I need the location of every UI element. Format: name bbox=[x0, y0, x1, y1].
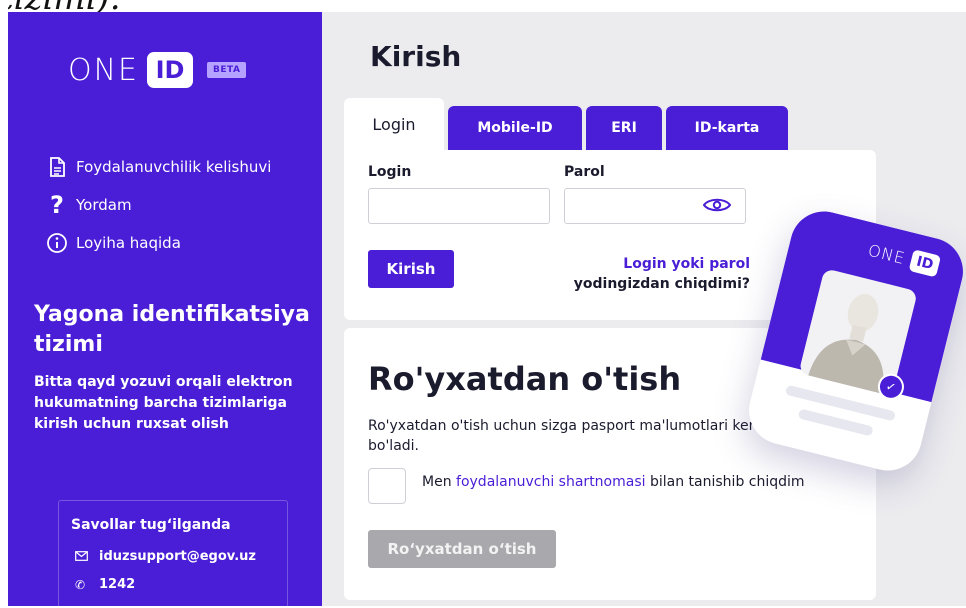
user-agreement-link[interactable]: foydalanuvchi shartnomasi bbox=[456, 474, 646, 490]
page-title: Kirish bbox=[370, 40, 462, 73]
support-email[interactable]: iduzsupport@egov.uz bbox=[75, 549, 256, 564]
question-icon: ? bbox=[50, 191, 64, 219]
sidebar-item-label: Loyiha haqida bbox=[76, 234, 181, 252]
forgot-line-1: Login yoki parol bbox=[623, 256, 750, 272]
info-icon bbox=[46, 232, 68, 254]
tab-eri[interactable]: ERI bbox=[586, 106, 662, 150]
phone-icon: ✆ bbox=[75, 577, 86, 592]
sidebar-description: Bitta qayd yozuvi orqali elektron hukuma… bbox=[34, 374, 293, 432]
agree-prefix: Men bbox=[422, 474, 452, 490]
tab-id-karta[interactable]: ID-karta bbox=[666, 106, 788, 150]
support-title: Savollar tug‘ilganda bbox=[71, 517, 231, 533]
login-submit-button[interactable]: Kirish bbox=[368, 250, 454, 288]
left-edge bbox=[0, 0, 8, 606]
support-phone[interactable]: ✆ 1242 bbox=[75, 577, 135, 592]
registration-title: Ro'yxatdan o'tish bbox=[368, 360, 682, 398]
agreement-text: Men foydalanuvchi shartnomasi bilan tani… bbox=[422, 474, 805, 490]
registration-description: Ro'yxatdan o'tish uchun sizga pasport ma… bbox=[368, 418, 772, 454]
agreement-checkbox[interactable] bbox=[368, 468, 406, 504]
document-icon bbox=[46, 156, 68, 178]
logo-id-badge: ID bbox=[147, 52, 194, 88]
tab-mobile-id[interactable]: Mobile-ID bbox=[448, 106, 582, 150]
support-box: Savollar tug‘ilganda iduzsupport@egov.uz… bbox=[58, 500, 288, 608]
support-email-text: iduzsupport@egov.uz bbox=[99, 549, 256, 564]
forgot-line-2: yodingizdan chiqdimi? bbox=[573, 276, 750, 292]
login-tabs: Login Mobile-ID ERI ID-karta bbox=[344, 98, 792, 150]
oneid-logo[interactable]: ONE ID BETA bbox=[68, 50, 247, 90]
sidebar-item-help[interactable]: ? Yordam bbox=[46, 186, 271, 224]
tab-login[interactable]: Login bbox=[344, 98, 444, 150]
register-button[interactable]: Ro‘yxatdan o‘tish bbox=[368, 530, 556, 568]
mail-icon bbox=[75, 550, 91, 564]
sidebar-item-label: Yordam bbox=[76, 196, 132, 214]
sidebar: ONE ID BETA Foydalanuvchilik kelishuvi ?… bbox=[8, 12, 322, 608]
beta-badge: BETA bbox=[207, 62, 247, 78]
logo-one-text: ONE bbox=[68, 52, 140, 88]
sidebar-item-about[interactable]: Loyiha haqida bbox=[46, 224, 271, 262]
top-cropped-text: tizimi). bbox=[0, 0, 966, 12]
forgot-password-link[interactable]: Login yoki parol yodingizdan chiqdimi? bbox=[564, 254, 750, 294]
support-phone-text: 1242 bbox=[99, 577, 136, 592]
agree-suffix: bilan tanishib chiqdim bbox=[649, 474, 805, 490]
login-input[interactable] bbox=[368, 188, 550, 224]
login-label: Login bbox=[368, 164, 412, 180]
show-password-eye-icon[interactable] bbox=[702, 196, 732, 214]
password-label: Parol bbox=[564, 164, 605, 180]
sidebar-item-user-agreement[interactable]: Foydalanuvchilik kelishuvi bbox=[46, 148, 271, 186]
sidebar-nav: Foydalanuvchilik kelishuvi ? Yordam Loyi… bbox=[46, 148, 271, 262]
sidebar-item-label: Foydalanuvchilik kelishuvi bbox=[76, 158, 272, 176]
sidebar-title: Yagona identifikatsiya tizimi bbox=[34, 302, 310, 357]
